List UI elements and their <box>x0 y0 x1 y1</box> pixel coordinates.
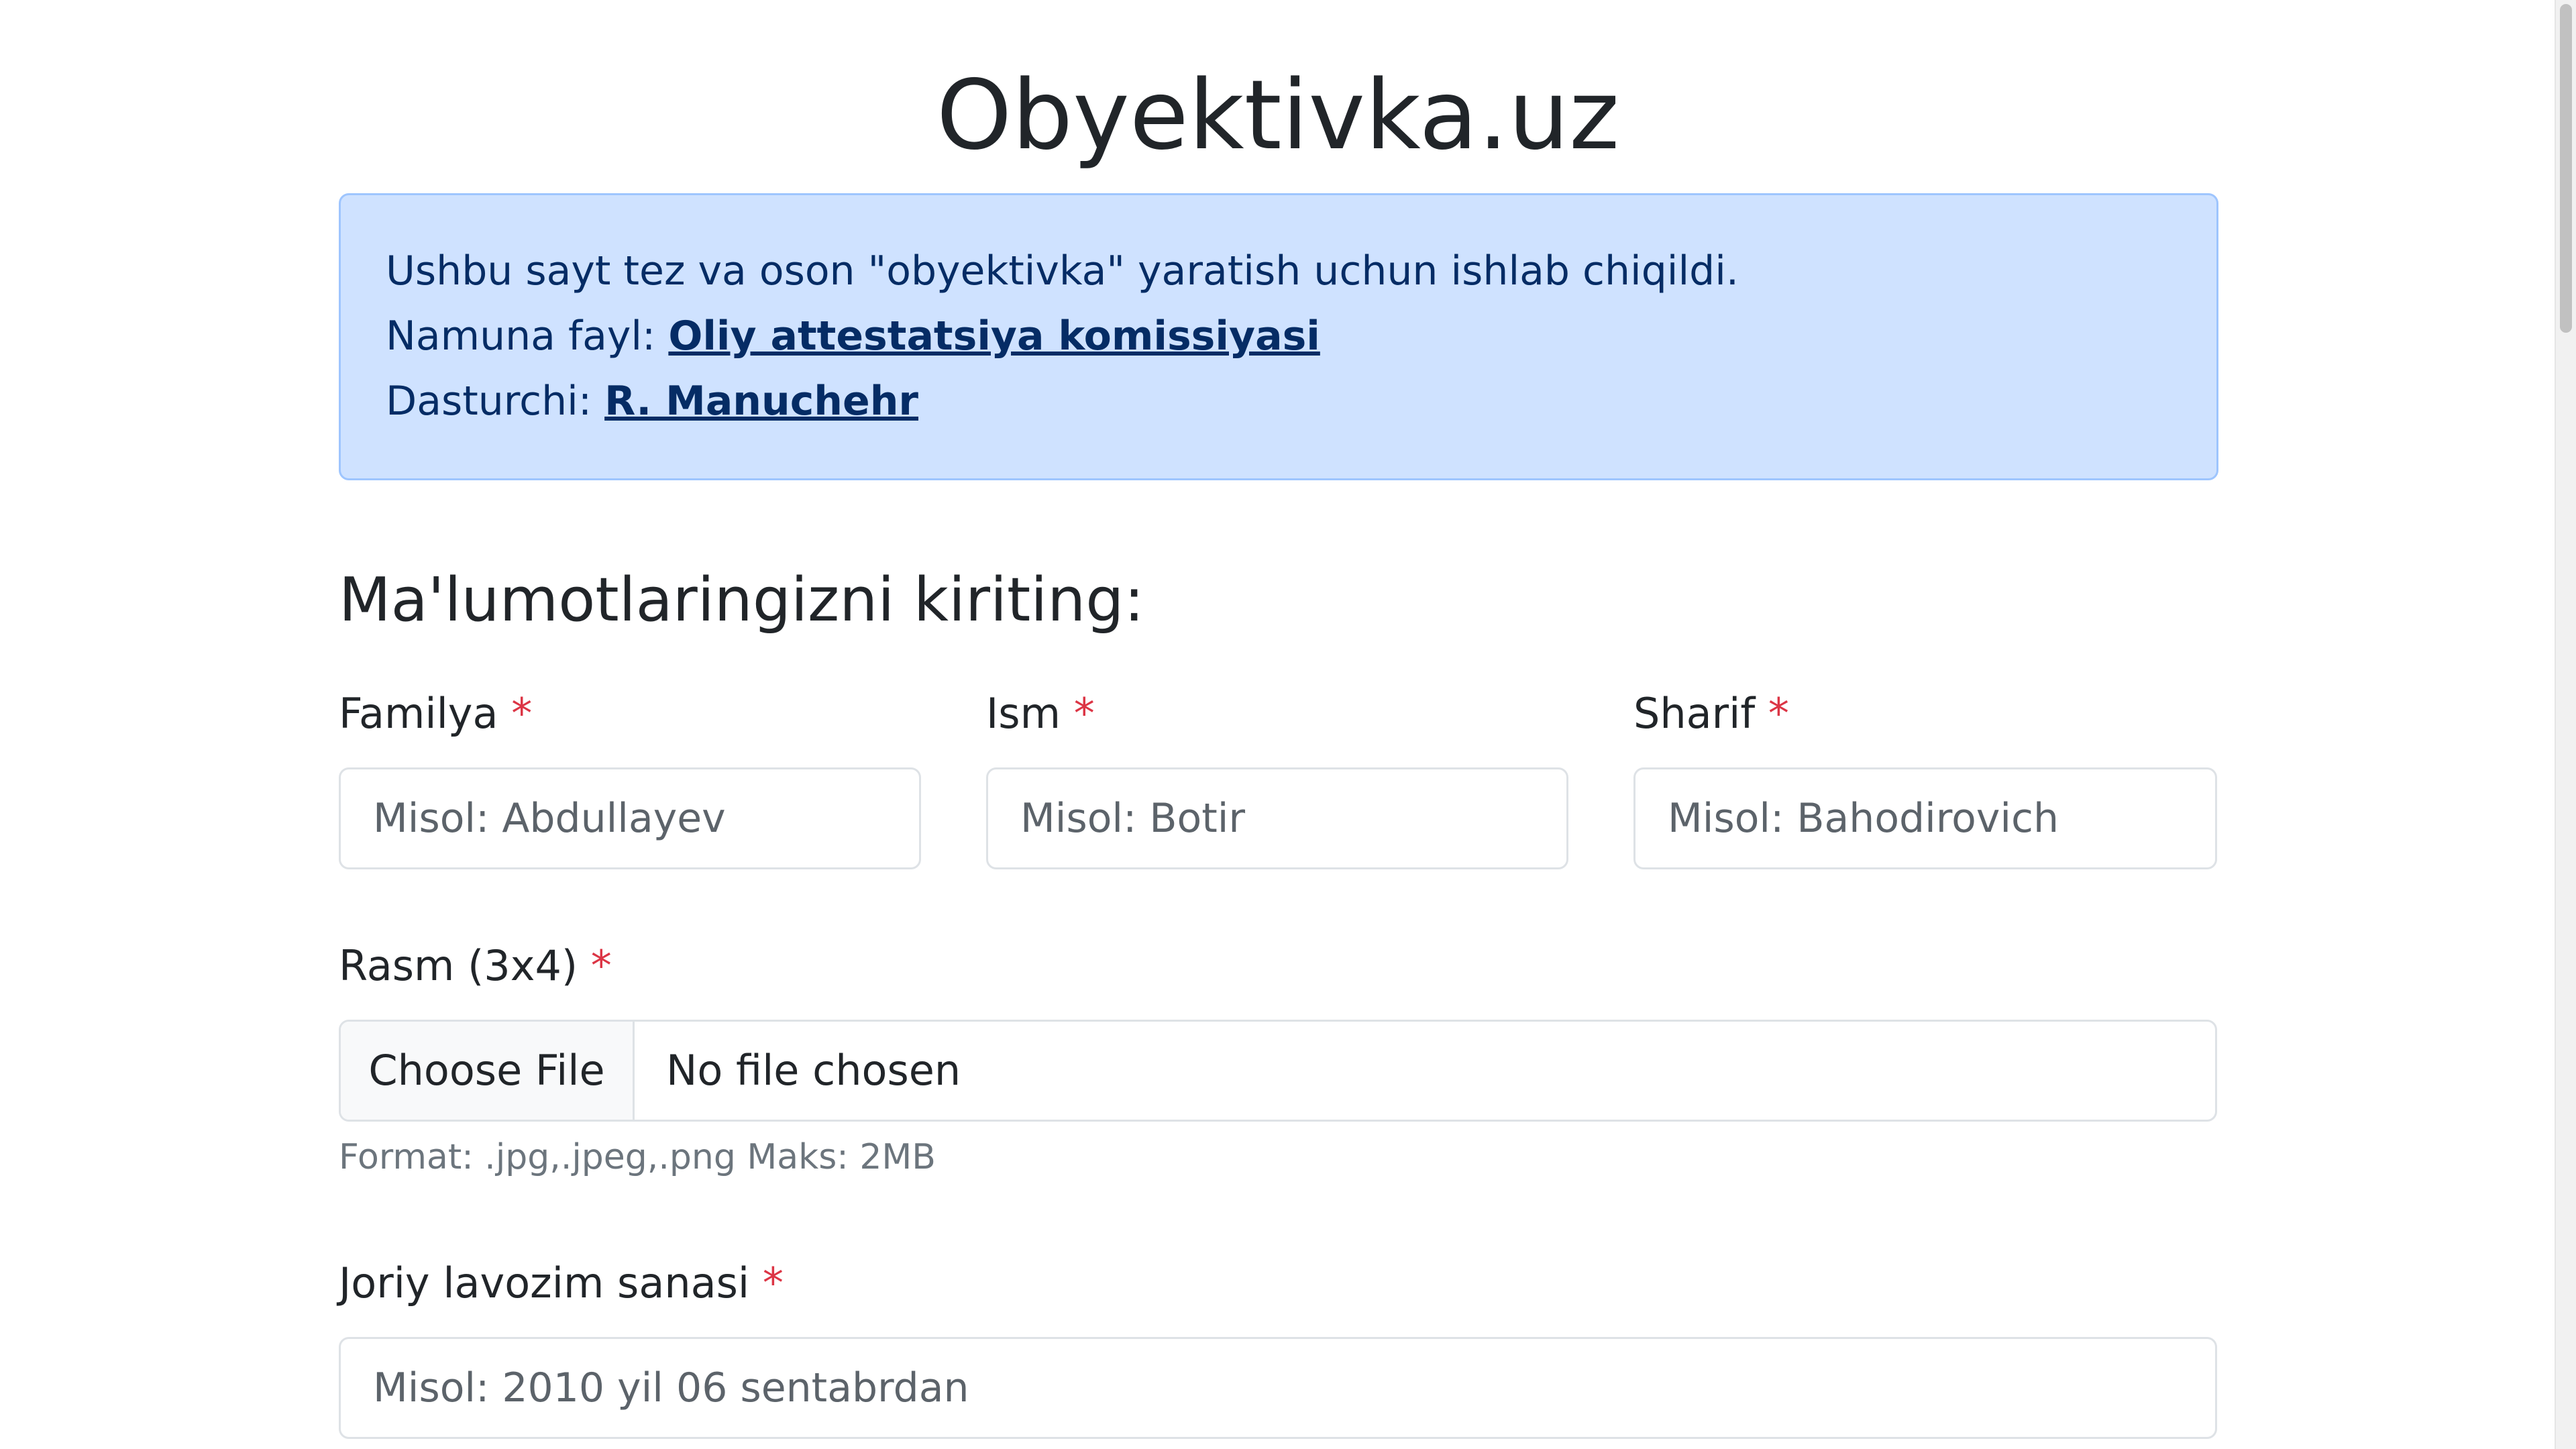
familiya-input[interactable] <box>339 767 921 869</box>
sample-file-line: Namuna fayl: Oliy attestatsiya komissiya… <box>386 309 1320 363</box>
sample-file-label: Namuna fayl: <box>386 313 669 360</box>
required-mark: * <box>590 941 612 990</box>
page: Obyektivka.uz Ushbu sayt tez va oson "ob… <box>0 0 2576 1449</box>
ism-label: Ism * <box>986 687 1095 741</box>
ism-input[interactable] <box>986 767 1568 869</box>
photo-file-input[interactable]: Choose File No file chosen <box>339 1020 2217 1122</box>
developer-label: Dasturchi: <box>386 378 605 425</box>
sharif-label: Sharif * <box>1633 687 1789 741</box>
required-mark: * <box>1768 689 1789 738</box>
lavozim-sanasi-label-text: Joriy lavozim sanasi <box>339 1258 750 1307</box>
familiya-label-text: Familya <box>339 689 498 738</box>
lavozim-sanasi-label: Joriy lavozim sanasi * <box>339 1256 784 1310</box>
form-heading: Ma'lumotlaringizni kiriting: <box>339 565 1144 635</box>
file-status-text: No file chosen <box>666 1046 961 1095</box>
choose-file-button[interactable]: Choose File <box>341 1022 635 1120</box>
site-title: Obyektivka.uz <box>936 59 1620 171</box>
required-mark: * <box>762 1258 784 1307</box>
familiya-label: Familya * <box>339 687 532 741</box>
info-description: Ushbu sayt tez va oson "obyektivka" yara… <box>386 248 1739 294</box>
sharif-input[interactable] <box>1633 767 2217 869</box>
required-mark: * <box>511 689 533 738</box>
rasm-label-text: Rasm (3x4) <box>339 941 578 990</box>
rasm-label: Rasm (3x4) * <box>339 939 612 993</box>
developer-line: Dasturchi: R. Manuchehr <box>386 374 918 428</box>
sharif-label-text: Sharif <box>1633 689 1756 738</box>
scrollbar-thumb[interactable] <box>2560 4 2572 333</box>
sample-file-link[interactable]: Oliy attestatsiya komissiyasi <box>668 313 1320 360</box>
file-format-help: Format: .jpg,.jpeg,.png Maks: 2MB <box>339 1137 936 1177</box>
ism-label-text: Ism <box>986 689 1061 738</box>
vertical-scrollbar[interactable] <box>2555 0 2576 1449</box>
info-alert: Ushbu sayt tez va oson "obyektivka" yara… <box>339 193 2218 480</box>
developer-link[interactable]: R. Manuchehr <box>604 378 918 425</box>
lavozim-sanasi-input[interactable] <box>339 1337 2217 1439</box>
required-mark: * <box>1073 689 1095 738</box>
